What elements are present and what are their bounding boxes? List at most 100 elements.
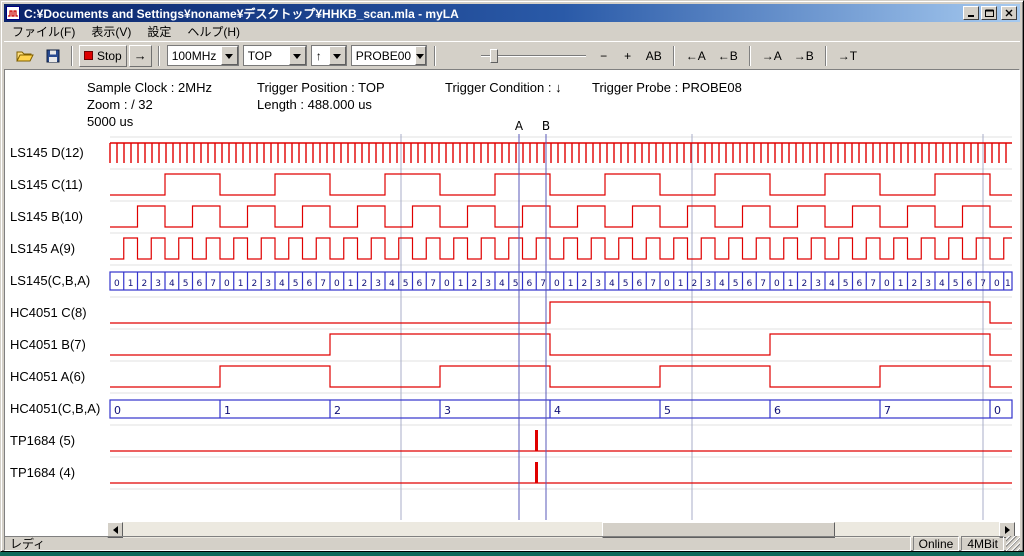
- tp1684-4-pulse: [535, 462, 538, 483]
- bus-value: 5: [183, 279, 189, 289]
- bus-value: 1: [348, 279, 354, 289]
- toolbar-separator: [749, 46, 751, 66]
- chevron-down-icon[interactable]: [329, 46, 346, 65]
- bus-value: 7: [430, 279, 436, 289]
- stop-icon: [84, 51, 93, 60]
- bus-value: 0: [994, 404, 1001, 417]
- bus-value: 3: [444, 404, 451, 417]
- bus-value: 3: [265, 279, 271, 289]
- step-arrow-icon: →: [134, 48, 147, 63]
- ls145-b-trace: [110, 206, 1012, 227]
- trigger-position-value: TOP: [244, 46, 289, 65]
- bus-value: 4: [554, 404, 561, 417]
- zoom-out-button[interactable]: −: [593, 45, 615, 67]
- zoom-in-button[interactable]: +: [617, 45, 639, 67]
- bus-value: 6: [967, 279, 973, 289]
- bus-value: 7: [540, 279, 546, 289]
- bus-value: 2: [912, 279, 918, 289]
- menu-file[interactable]: ファイル(F): [4, 21, 83, 42]
- trigger-edge-select[interactable]: ↑: [311, 45, 347, 66]
- minimize-button[interactable]: [963, 6, 979, 20]
- toolbar-separator: [158, 46, 160, 66]
- menubar: ファイル(F) 表示(V) 設定 ヘルプ(H): [4, 22, 1020, 41]
- bus-value: 6: [747, 279, 753, 289]
- toolbar-separator: [673, 46, 675, 66]
- close-button[interactable]: [1001, 6, 1017, 20]
- bus-value: 1: [1005, 279, 1011, 289]
- bus-value: 5: [403, 279, 409, 289]
- bus-value: 2: [802, 279, 808, 289]
- bus-value: 3: [815, 279, 821, 289]
- ab-markers-button[interactable]: AB: [641, 45, 667, 67]
- chevron-down-icon[interactable]: [415, 46, 426, 65]
- goto-trigger-button[interactable]: →T: [833, 45, 862, 67]
- open-button[interactable]: [11, 45, 39, 67]
- goto-marker-a-right-button[interactable]: →A: [757, 45, 787, 67]
- ls145-d-trace: [110, 143, 1012, 163]
- bus-value: 5: [843, 279, 849, 289]
- bus-value: 6: [307, 279, 313, 289]
- bus-value: 0: [444, 279, 450, 289]
- bus-value: 5: [513, 279, 519, 289]
- bus-value: 3: [155, 279, 161, 289]
- bus-value: 3: [375, 279, 381, 289]
- trigger-probe-select[interactable]: PROBE00: [351, 45, 427, 66]
- ls145-c-trace: [110, 174, 1012, 195]
- resize-grip[interactable]: [1006, 536, 1020, 551]
- bus-value: 6: [774, 404, 781, 417]
- bus-value: 3: [595, 279, 601, 289]
- bus-value: 6: [527, 279, 533, 289]
- hc4051-b-trace: [110, 334, 1012, 355]
- toolbar-separator: [71, 46, 73, 66]
- waveform-plot[interactable]: 0123456701234567012345670123456701234567…: [5, 70, 1023, 536]
- bus-value: 0: [664, 279, 670, 289]
- menu-settings[interactable]: 設定: [139, 21, 179, 42]
- window-title: C:¥Documents and Settings¥noname¥デスクトップ¥…: [24, 5, 963, 22]
- bus-value: 2: [334, 404, 341, 417]
- memory-indicator: 4MBit: [961, 536, 1004, 551]
- arrow-left-icon: [109, 526, 118, 534]
- toolbar: Stop → 100MHz TOP ↑ PROBE00 − + AB: [4, 41, 1020, 69]
- bus-value: 0: [774, 279, 780, 289]
- maximize-button[interactable]: [981, 6, 997, 20]
- hc4051-a-trace: [110, 366, 1012, 387]
- bus-value: 5: [623, 279, 629, 289]
- goto-marker-b-left-button[interactable]: ←B: [713, 45, 743, 67]
- toolbar-separator: [434, 46, 436, 66]
- chevron-down-icon[interactable]: [221, 46, 238, 65]
- maximize-icon: [985, 9, 994, 17]
- save-button[interactable]: [41, 45, 65, 67]
- bus-value: 2: [692, 279, 698, 289]
- goto-marker-a-left-button[interactable]: ←A: [681, 45, 711, 67]
- stop-button[interactable]: Stop: [79, 45, 127, 67]
- hc4051-bus-frame: [110, 400, 1012, 418]
- chevron-down-icon[interactable]: [289, 46, 306, 65]
- bus-value: 1: [458, 279, 464, 289]
- menu-help[interactable]: ヘルプ(H): [179, 21, 248, 42]
- single-step-button[interactable]: →: [129, 45, 152, 67]
- bus-value: 1: [568, 279, 574, 289]
- toolbar-separator: [825, 46, 827, 66]
- marker-a-label: A: [515, 119, 524, 133]
- bus-value: 3: [485, 279, 491, 289]
- bus-value: 0: [994, 279, 1000, 289]
- close-icon: [1005, 9, 1013, 17]
- bus-value: 1: [238, 279, 244, 289]
- sample-rate-select[interactable]: 100MHz: [167, 45, 239, 66]
- trigger-edge-value: ↑: [312, 46, 329, 65]
- bus-value: 0: [334, 279, 340, 289]
- status-text: レディ: [4, 536, 911, 551]
- slider-handle[interactable]: [490, 49, 498, 63]
- ls145-a-trace: [110, 238, 1012, 259]
- bus-value: 4: [609, 279, 615, 289]
- bus-value: 6: [637, 279, 643, 289]
- goto-marker-b-right-button[interactable]: →B: [789, 45, 819, 67]
- bus-value: 4: [169, 279, 175, 289]
- trigger-position-select[interactable]: TOP: [243, 45, 307, 66]
- menu-view[interactable]: 表示(V): [83, 21, 139, 42]
- bus-value: 0: [884, 279, 890, 289]
- bus-value: 4: [939, 279, 945, 289]
- zoom-slider[interactable]: [481, 46, 586, 66]
- bus-value: 2: [582, 279, 588, 289]
- bus-value: 3: [705, 279, 711, 289]
